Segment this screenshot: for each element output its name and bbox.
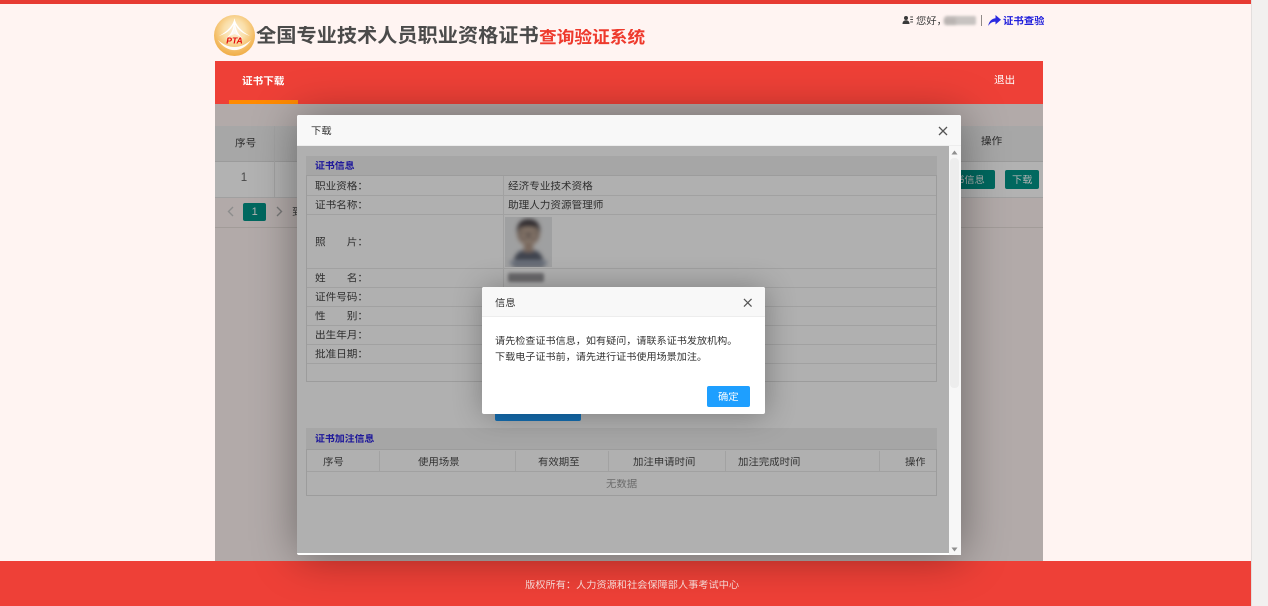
svg-text:PTA: PTA: [226, 35, 243, 45]
